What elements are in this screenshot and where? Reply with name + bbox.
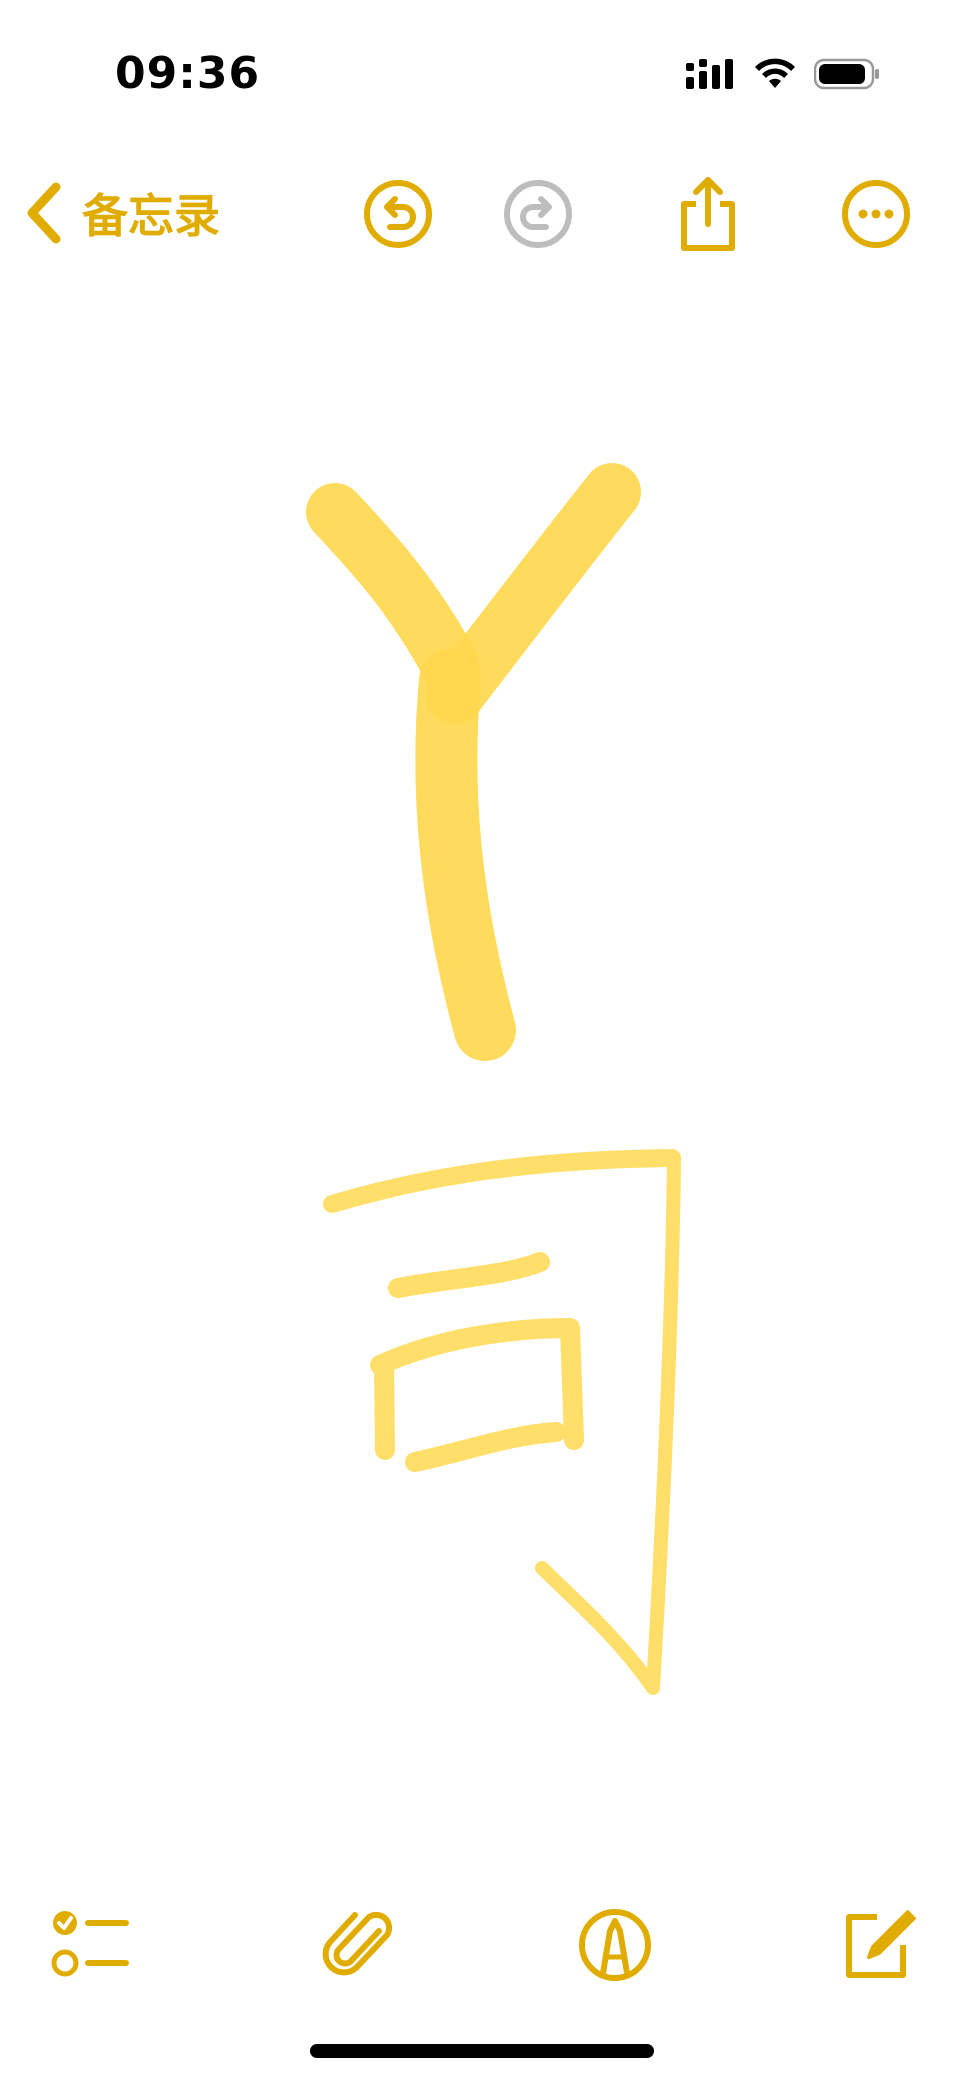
- ink-stroke-top-line: [323, 1149, 681, 1213]
- markup-pen-icon: [579, 1909, 651, 1981]
- redo-icon: [504, 180, 572, 248]
- redo-button[interactable]: [498, 174, 578, 254]
- compose-icon: [846, 1909, 917, 1978]
- ink-stroke-y-right-arm: [426, 463, 641, 724]
- back-label: 备忘录: [82, 189, 220, 243]
- chevron-left-icon: [27, 182, 61, 244]
- ink-stroke-y-stem: [415, 649, 516, 1061]
- battery-icon: [814, 58, 879, 90]
- cellular-signal-icon: [686, 59, 733, 89]
- handwriting-strokes: [306, 463, 681, 1695]
- drawing-canvas[interactable]: [0, 280, 960, 1860]
- compose-button[interactable]: [832, 1900, 922, 1990]
- back-button[interactable]: 备忘录: [24, 178, 220, 248]
- bottom-toolbar: [0, 1890, 960, 2000]
- navigation-bar: 备忘录: [0, 160, 960, 270]
- share-icon: [681, 177, 735, 251]
- ink-stroke-inner-box-left: [374, 1355, 395, 1460]
- share-button[interactable]: [668, 174, 748, 254]
- status-icons: [686, 52, 880, 96]
- checklist-button[interactable]: [48, 1900, 138, 1990]
- undo-icon: [364, 180, 432, 248]
- ink-stroke-inner-line-1: [388, 1252, 550, 1298]
- markup-button[interactable]: [570, 1900, 660, 1990]
- more-button[interactable]: [836, 174, 916, 254]
- undo-button[interactable]: [358, 174, 438, 254]
- status-bar: 09:36: [0, 0, 960, 140]
- ink-stroke-inner-line-bottom: [405, 1422, 566, 1472]
- status-time: 09:36: [115, 48, 261, 99]
- home-indicator[interactable]: [310, 2044, 654, 2058]
- ink-stroke-y-left-arm: [306, 483, 479, 694]
- checklist-icon: [51, 1911, 129, 1977]
- wifi-icon: [755, 58, 795, 88]
- more-icon: [842, 180, 910, 248]
- attachment-icon: [322, 1911, 393, 1976]
- attachment-button[interactable]: [314, 1900, 404, 1990]
